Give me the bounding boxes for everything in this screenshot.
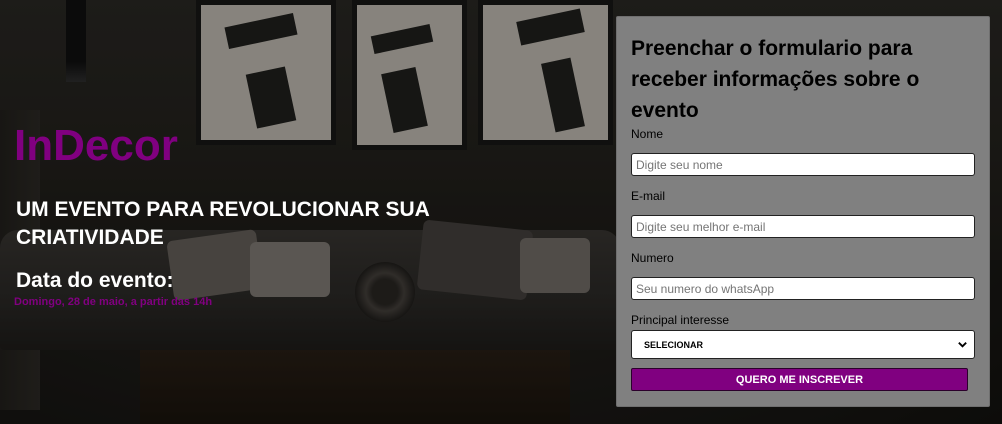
phone-label: Numero xyxy=(631,251,674,265)
email-input[interactable] xyxy=(631,215,975,238)
brand-title: InDecor xyxy=(14,121,178,170)
signup-form: Preenchar o formulario para receber info… xyxy=(616,16,990,407)
email-label: E-mail xyxy=(631,189,666,203)
chevron-down-icon xyxy=(958,342,967,348)
name-input[interactable] xyxy=(631,153,975,176)
name-label: Nome xyxy=(631,127,664,141)
subscribe-button[interactable]: QUERO ME INSCREVER xyxy=(631,368,968,391)
interest-label: Principal interesse xyxy=(631,313,730,327)
interest-select[interactable]: SELECIONAR xyxy=(631,330,975,359)
form-title: Preenchar o formulario para receber info… xyxy=(631,37,920,122)
event-date-detail: Domingo, 28 de maio, a partir das 14h xyxy=(14,296,213,308)
interest-select-value: SELECIONAR xyxy=(644,339,704,350)
event-date-title: Data do evento: xyxy=(16,269,174,292)
hero-section: InDecor UM EVENTO PARA REVOLUCIONAR SUA … xyxy=(14,120,534,308)
hero-tagline: UM EVENTO PARA REVOLUCIONAR SUA CRIATIVI… xyxy=(16,198,430,249)
phone-input[interactable] xyxy=(631,277,975,300)
